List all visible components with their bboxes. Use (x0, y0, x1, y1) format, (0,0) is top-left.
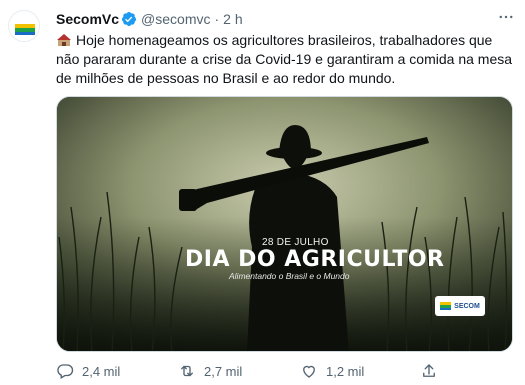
separator: · (214, 11, 220, 27)
reply-button[interactable]: 2,4 mil (56, 362, 120, 380)
tweet-time[interactable]: 2 h (223, 11, 242, 27)
secom-logo-text: SECOM (454, 302, 480, 310)
more-options-icon[interactable] (495, 7, 517, 27)
media-title: DIA DO AGRICULTOR (185, 247, 445, 272)
tweet[interactable]: SecomVc @secomvc · 2 h Hoje homenageamos… (0, 0, 525, 385)
author-handle[interactable]: @secomvc (141, 11, 210, 27)
share-button[interactable] (420, 362, 446, 380)
tweet-text: Hoje homenageamos os agricultores brasil… (56, 31, 516, 88)
author-name[interactable]: SecomVc (56, 11, 119, 27)
tweet-header: SecomVc @secomvc · 2 h (56, 9, 515, 29)
heart-icon (303, 365, 315, 378)
media-subtitle: Alimentando o Brasil e o Mundo (229, 271, 350, 281)
reply-count: 2,4 mil (82, 363, 121, 379)
tweet-actions: 2,4 mil 2,7 mil 1,2 mil (56, 360, 456, 382)
reply-icon (57, 364, 74, 379)
farmer-emoji-icon (56, 33, 72, 47)
retweet-icon (181, 365, 193, 377)
retweet-count: 2,7 mil (204, 363, 243, 379)
like-button[interactable]: 1,2 mil (300, 362, 364, 380)
verified-badge-icon (121, 11, 137, 27)
tweet-body: Hoje homenageamos os agricultores brasil… (56, 32, 513, 86)
like-count: 1,2 mil (326, 363, 365, 379)
secom-logo: SECOM (435, 296, 485, 316)
avatar[interactable] (8, 10, 40, 42)
tweet-media-image[interactable]: 28 DE JULHO DIA DO AGRICULTOR Alimentand… (56, 96, 513, 352)
retweet-button[interactable]: 2,7 mil (178, 362, 242, 380)
share-icon (423, 364, 435, 377)
